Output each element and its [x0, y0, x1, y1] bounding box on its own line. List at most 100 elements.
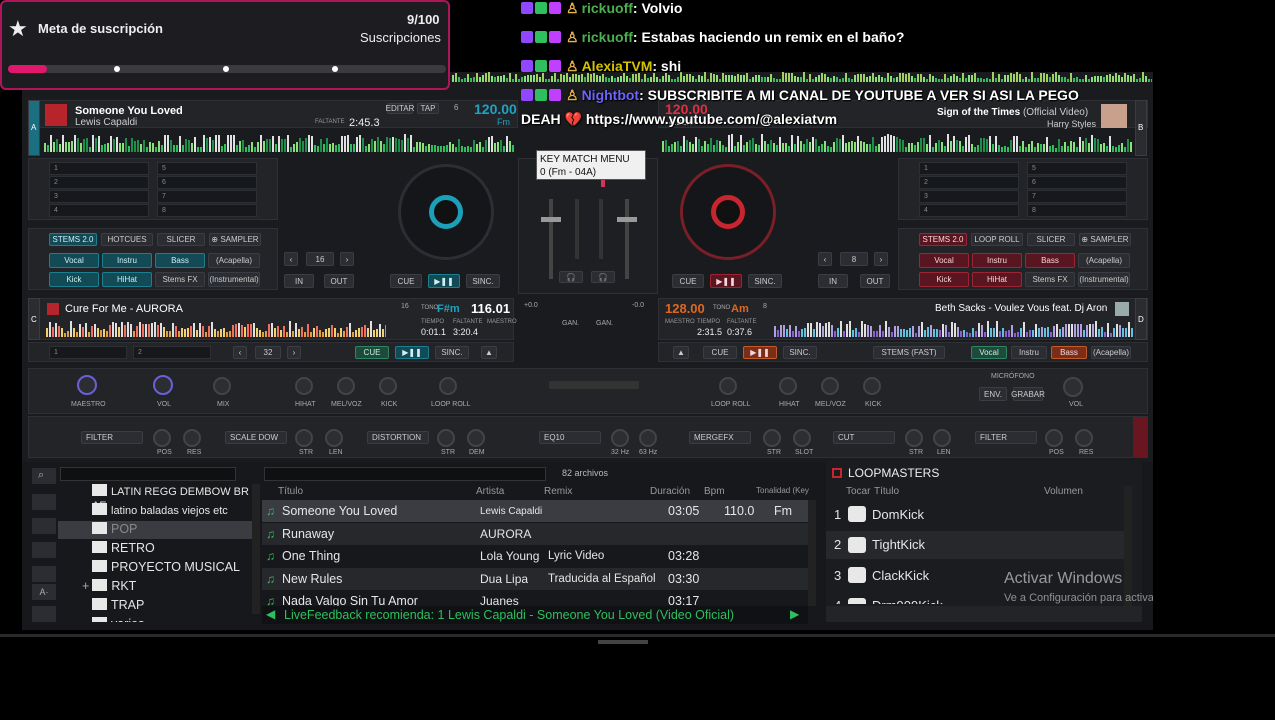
mix-knob[interactable]	[213, 377, 231, 395]
headphone-a-button[interactable]: 🎧	[559, 271, 583, 283]
deck-a-cue-button[interactable]: CUE	[390, 274, 422, 288]
pos-knob[interactable]	[153, 429, 171, 447]
len-knob[interactable]	[933, 429, 951, 447]
pad-tab[interactable]: SLICER	[157, 233, 205, 246]
drum-icon[interactable]	[848, 597, 866, 604]
hotcue-slot[interactable]: 1	[49, 346, 127, 359]
stem-acapella-button[interactable]: (Acapella)	[1091, 346, 1131, 359]
stem-instru-button[interactable]: Instru	[1011, 346, 1047, 359]
folder-item[interactable]: RETRO	[92, 541, 155, 555]
effect-select-filter[interactable]: FILTER	[81, 431, 143, 444]
deck-a-jogwheel[interactable]	[398, 164, 494, 260]
pad-tab[interactable]: STEMS 2.0	[49, 233, 97, 246]
pad-kick[interactable]: Kick	[49, 272, 99, 287]
expand-icon[interactable]: +	[82, 579, 89, 593]
pad-instrumental[interactable]: (Instrumental)	[208, 272, 260, 287]
hotcue-slot[interactable]: 6	[157, 176, 257, 189]
deck-c-tab[interactable]: C	[28, 298, 40, 340]
env-button[interactable]: ENV.	[979, 387, 1007, 401]
hihat-knob[interactable]	[779, 377, 797, 395]
loop-out-button[interactable]: OUT	[860, 274, 890, 288]
playlist-icon[interactable]	[32, 518, 56, 534]
col-bpm[interactable]: Bpm	[704, 486, 725, 497]
hotcue-slot[interactable]: 7	[1027, 190, 1127, 203]
hotcue-slot[interactable]: 4	[49, 204, 149, 217]
pad-acapella[interactable]: (Acapella)	[1078, 253, 1130, 268]
mic-vol-knob[interactable]	[1063, 377, 1083, 397]
folder-search-input[interactable]	[60, 467, 236, 481]
col-title[interactable]: Título	[278, 486, 303, 497]
hotcue-slot[interactable]: 3	[919, 190, 1019, 203]
str-knob[interactable]	[437, 429, 455, 447]
vol-knob[interactable]	[153, 375, 173, 395]
loop-double-button[interactable]: ›	[287, 346, 301, 359]
loop-in-button[interactable]: IN	[818, 274, 848, 288]
loop-halve-button[interactable]: ‹	[818, 252, 832, 266]
pad-hihat[interactable]: HiHat	[972, 272, 1022, 287]
folder-scrollbar[interactable]	[252, 484, 260, 614]
pad-tab[interactable]: ⊕ SAMPLER	[209, 233, 261, 246]
effect-select-eq[interactable]: EQ10	[539, 431, 601, 444]
folder-item[interactable]: latino baladas viejos etc	[92, 503, 228, 517]
hotcue-slot[interactable]: 5	[157, 162, 257, 175]
sampler-scrollbar[interactable]	[1124, 486, 1132, 606]
pad-vocal[interactable]: Vocal	[919, 253, 969, 268]
deck-b-play-button[interactable]: ▶❚❚	[710, 274, 742, 288]
melvoz-knob[interactable]	[337, 377, 355, 395]
table-row[interactable]: ♫ Someone You Loved Lewis Capaldi 03:05 110.…	[262, 500, 808, 522]
pad-vocal[interactable]: Vocal	[49, 253, 99, 268]
folder-item[interactable]: + RKT	[82, 579, 136, 593]
pad-tab[interactable]: ⊕ SAMPLER	[1079, 233, 1131, 246]
col-artist[interactable]: Artista	[476, 486, 504, 497]
effect-select-merge[interactable]: MERGEFX	[689, 431, 751, 444]
livefeedback-text[interactable]: LiveFeedback recomienda: 1 Lewis Capaldi…	[284, 608, 734, 622]
pos-knob[interactable]	[1045, 429, 1063, 447]
pad-tab[interactable]: LOOP ROLL	[971, 233, 1023, 246]
search-icon[interactable]: ⌕	[32, 468, 56, 484]
tap-button[interactable]: TAP	[417, 103, 439, 114]
hotcue-slot[interactable]: 2	[919, 176, 1019, 189]
effect-select-cut[interactable]: CUT	[833, 431, 895, 444]
deck-b-sync-button[interactable]: SINC.	[748, 274, 782, 288]
deck-a-play-button[interactable]: ▶❚❚	[428, 274, 460, 288]
history-icon[interactable]	[32, 542, 56, 558]
crossfader[interactable]	[549, 381, 639, 389]
stem-bass-button[interactable]: Bass	[1051, 346, 1087, 359]
hotcue-slot[interactable]: 4	[919, 204, 1019, 217]
deck-c-cue-button[interactable]: CUE	[355, 346, 389, 359]
col-key[interactable]: Tonalidad (Key	[756, 486, 809, 495]
headphone-b-button[interactable]: 🎧	[591, 271, 615, 283]
hotcue-slot[interactable]: 7	[157, 190, 257, 203]
loop-out-button[interactable]: OUT	[324, 274, 354, 288]
hotcue-slot[interactable]: 8	[1027, 204, 1127, 217]
pad-hihat[interactable]: HiHat	[102, 272, 152, 287]
effect-select-scale[interactable]: SCALE DOW	[225, 431, 287, 444]
hotcue-slot[interactable]: 2	[133, 346, 211, 359]
stems-select[interactable]: STEMS (FAST)	[873, 346, 945, 359]
folder-item[interactable]: varios	[92, 617, 144, 622]
fader-handle[interactable]	[617, 217, 637, 222]
str-knob[interactable]	[763, 429, 781, 447]
sample-item[interactable]: 1 DomKick	[826, 500, 1126, 528]
kick-knob[interactable]	[379, 377, 397, 395]
folder-item[interactable]: PROYECTO MUSICAL	[92, 560, 240, 574]
deck-c-eject-button[interactable]: ▲	[481, 346, 497, 359]
hotcue-slot[interactable]: 1	[919, 162, 1019, 175]
res-knob[interactable]	[1075, 429, 1093, 447]
pad-acapella[interactable]: (Acapella)	[208, 253, 260, 268]
channel-fader-b[interactable]	[625, 199, 629, 279]
deck-c-play-button[interactable]: ▶❚❚	[395, 346, 429, 359]
deck-a-loop-size[interactable]: 16	[306, 252, 334, 266]
pad-kick[interactable]: Kick	[919, 272, 969, 287]
deck-b-loop-size[interactable]: 8	[840, 252, 868, 266]
folder-icon[interactable]	[32, 494, 56, 510]
len-knob[interactable]	[325, 429, 343, 447]
deck-d-tab[interactable]: D	[1135, 298, 1147, 340]
tracklist-scrollbar[interactable]	[808, 500, 816, 606]
table-row[interactable]: ♫ One Thing Lola Young Lyric Video 03:28	[262, 545, 808, 567]
str-knob[interactable]	[905, 429, 923, 447]
loop-halve-button[interactable]: ‹	[284, 252, 298, 266]
hotcue-slot[interactable]: 5	[1027, 162, 1127, 175]
hotcue-slot[interactable]: 3	[49, 190, 149, 203]
deck-b-jogwheel[interactable]	[680, 164, 776, 260]
